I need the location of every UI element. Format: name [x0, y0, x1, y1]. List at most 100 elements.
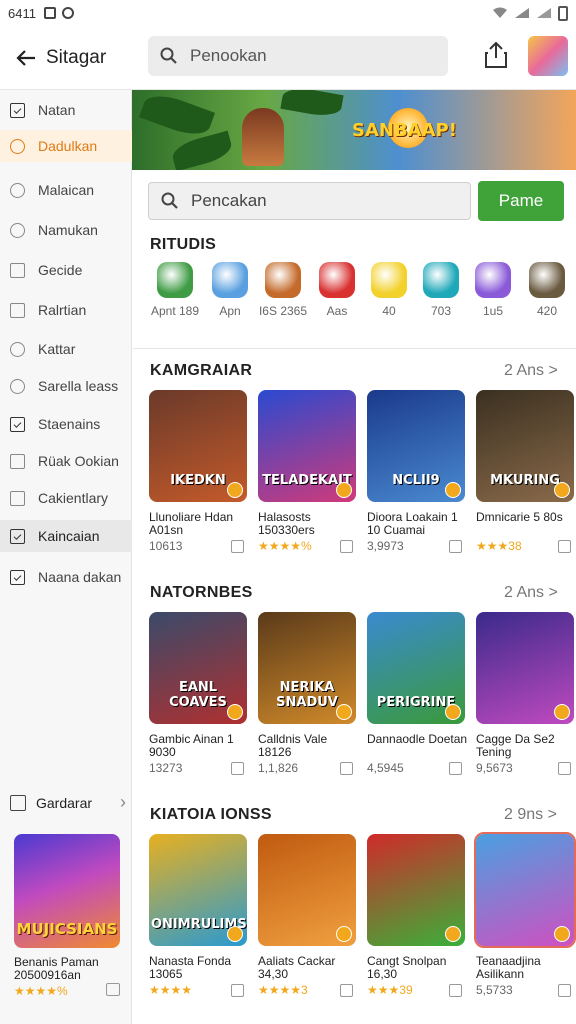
avatar[interactable]	[528, 36, 568, 76]
sidebar-item-kattar[interactable]: Kattar	[0, 333, 132, 365]
game-thumbnail: ONIMRULIMS	[149, 834, 247, 946]
category-label: Aas	[326, 304, 348, 318]
game-card[interactable]: Teanaadjina Asilikann 5,5733	[474, 832, 576, 1012]
category-item[interactable]: I6S 2365	[258, 262, 308, 319]
update-badge-icon	[336, 926, 352, 942]
section-title: KIATOIA IONSS	[150, 806, 272, 823]
category-icon	[265, 262, 301, 298]
sidebar-footer-label: Gardarar	[36, 794, 93, 811]
game-thumbnail	[474, 832, 576, 948]
checkbox-icon	[10, 569, 25, 585]
game-card[interactable]: Cagge Da Se2 Tening 9,5673	[476, 612, 576, 790]
game-name: Dioora Loakain 1 10 Cuamai	[367, 511, 458, 537]
category-label: 703	[430, 304, 452, 318]
sidebar-item-namukan[interactable]: Namukan	[0, 214, 132, 246]
game-card[interactable]: ONIMRULIMS Nanasta Fonda 13065 ★★★★	[149, 834, 253, 1012]
puzzle-icon	[10, 222, 25, 238]
download-icon[interactable]	[449, 762, 462, 775]
game-card[interactable]: IKEDKN Llunoliare Hdan A01sn 10613	[149, 390, 253, 568]
square-icon	[10, 262, 25, 278]
sidebar-item-label: Kattar	[38, 341, 76, 357]
download-icon[interactable]	[558, 540, 571, 553]
download-icon[interactable]	[558, 984, 571, 997]
category-item[interactable]: Apn	[205, 262, 255, 319]
sidebar-featured-card[interactable]: MUJICSIANS Benanis Paman 20500916an ★★★★…	[14, 834, 120, 998]
sidebar-item-ruak-ookian[interactable]: Rüak Ookian	[0, 445, 132, 477]
top-search-input[interactable]: Penookan	[148, 36, 448, 76]
category-icon	[423, 262, 459, 298]
download-icon[interactable]	[449, 984, 462, 997]
section-more-link[interactable]: 2 Ans >	[504, 362, 558, 380]
download-icon[interactable]	[449, 540, 462, 553]
category-label: 1u5	[482, 304, 504, 318]
game-name: Gambic Ainan 1 9030	[149, 733, 234, 759]
sidebar-item-dadulkan[interactable]: Dadulkan	[0, 130, 132, 162]
sidebar-item-natan[interactable]: Natan	[0, 94, 132, 126]
update-badge-icon	[336, 704, 352, 720]
clock-icon	[10, 341, 25, 357]
download-icon[interactable]	[340, 540, 353, 553]
game-thumbnail	[367, 834, 465, 946]
game-card[interactable]: PERIGRINE Dannaodle Doetan 4,5945	[367, 612, 471, 790]
sidebar-item-naana-dakan[interactable]: Naana dakan	[0, 561, 132, 593]
category-icon	[319, 262, 355, 298]
update-badge-icon	[554, 704, 570, 720]
sidebar-item-cakientlary[interactable]: Cakientlary	[0, 482, 132, 514]
download-icon[interactable]	[340, 984, 353, 997]
download-icon[interactable]	[231, 984, 244, 997]
banner-text: SANBAAP!	[352, 120, 457, 141]
game-card[interactable]: EANL COAVES Gambic Ainan 1 9030 13273	[149, 612, 253, 790]
back-button[interactable]	[8, 40, 44, 76]
game-card[interactable]: NERIKA SNADUV Calldnis Vale 18126 1,1,826	[258, 612, 362, 790]
top-bar: Sitagar Penookan	[0, 26, 576, 90]
section-title: KAMGRAIAR	[150, 362, 253, 379]
game-thumbnail: EANL COAVES	[149, 612, 247, 724]
sidebar-item-label: Staenains	[38, 416, 101, 432]
share-icon[interactable]	[482, 40, 510, 70]
sidebar-item-staenains[interactable]: Staenains	[0, 408, 132, 440]
category-item[interactable]: Apnt 189	[150, 262, 200, 319]
main-search-input[interactable]: Pencakan	[148, 182, 471, 220]
category-item[interactable]: 1u5	[468, 262, 518, 319]
sidebar-item-label: Natan	[38, 102, 76, 118]
download-icon[interactable]	[558, 762, 571, 775]
sidebar-footer-link[interactable]: Gardarar ›	[10, 792, 126, 813]
game-card[interactable]: TELADEKAIT Halasosts 150330ers ★★★★%	[258, 390, 362, 568]
download-icon[interactable]	[106, 983, 120, 996]
sync-icon	[61, 7, 74, 19]
sidebar-item-kaincaian[interactable]: Kaincaian	[0, 520, 132, 552]
search-icon	[161, 192, 178, 209]
search-button[interactable]: Pame	[478, 181, 564, 221]
thumbnail-label: MUJICSIANS	[16, 920, 118, 938]
section-more-link[interactable]: 2 9ns >	[504, 806, 557, 824]
category-item[interactable]: 420	[522, 262, 572, 319]
sidebar-item-gecide[interactable]: Gecide	[0, 254, 132, 286]
sidebar-item-ralrtian[interactable]: Ralrtian	[0, 294, 132, 326]
category-item[interactable]: 703	[416, 262, 466, 319]
category-item[interactable]: Aas	[312, 262, 362, 319]
wifi-icon	[493, 7, 507, 18]
section-more-link[interactable]: 2 Ans >	[504, 584, 558, 602]
game-thumbnail	[258, 834, 356, 946]
game-card[interactable]: Aaliats Cackar 34,30 ★★★★3	[258, 834, 362, 1012]
signal-icon	[515, 8, 529, 18]
download-icon[interactable]	[340, 762, 353, 775]
sidebar: Natan Dadulkan Malaican Namukan Gecide R…	[0, 90, 132, 1024]
download-icon[interactable]	[231, 762, 244, 775]
sidebar-item-malaican[interactable]: Malaican	[0, 174, 132, 206]
game-name: Aaliats Cackar 34,30	[258, 955, 336, 981]
game-name: Llunoliare Hdan A01sn	[149, 511, 234, 537]
promo-banner[interactable]: SANBAAP!	[132, 90, 576, 170]
game-card[interactable]: Cangt Snolpan 16,30 ★★★39	[367, 834, 471, 1012]
sidebar-item-label: Ralrtian	[38, 302, 87, 318]
chevron-right-icon: ›	[120, 792, 126, 812]
game-card[interactable]: MKURING Dmnicarie 5 80s ★★★38	[476, 390, 576, 568]
update-badge-icon	[554, 482, 570, 498]
category-item[interactable]: 40	[364, 262, 414, 319]
status-time: 6411	[8, 5, 36, 21]
section-title: NATORNBES	[150, 584, 253, 601]
download-icon[interactable]	[231, 540, 244, 553]
sidebar-item-sarella-leass[interactable]: Sarella leass	[0, 370, 132, 402]
game-card[interactable]: NCLII9 Dioora Loakain 1 10 Cuamai 3,9973	[367, 390, 471, 568]
category-icon	[157, 262, 193, 298]
